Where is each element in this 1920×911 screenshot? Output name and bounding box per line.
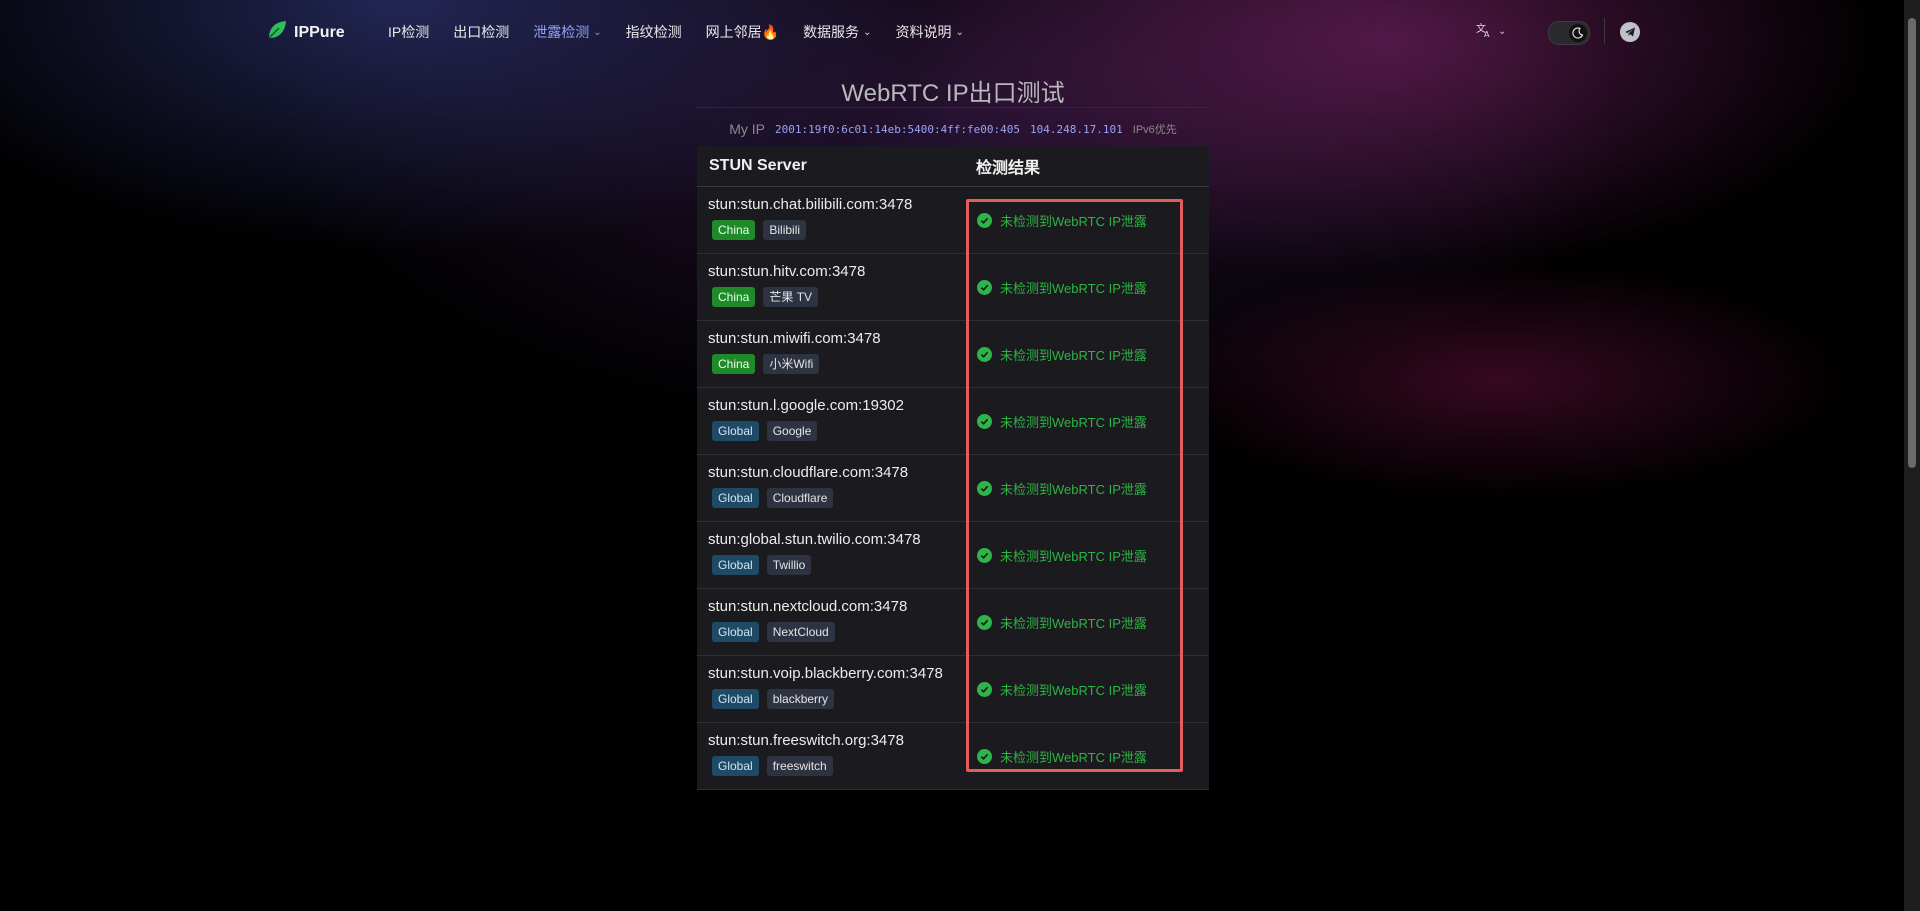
provider-badge: Cloudflare <box>766 488 834 508</box>
stun-server-address: stun:global.stun.twilio.com:3478 <box>708 531 921 548</box>
stun-server-address: stun:stun.freeswitch.org:3478 <box>708 732 904 749</box>
provider-badge: blackberry <box>766 689 835 709</box>
translate-icon: 文A <box>1476 22 1492 41</box>
menu-neighbors[interactable]: 网上邻居🔥 <box>706 22 779 42</box>
server-tags: Global NextCloud <box>708 622 976 642</box>
server-tags: Global Cloudflare <box>708 488 976 508</box>
header-result: 检测结果 <box>976 160 1041 177</box>
chevron-down-icon: ⌄ <box>955 26 964 38</box>
menu-leak-check[interactable]: 泄露检测 ⌄ <box>533 22 601 42</box>
moon-icon <box>1569 24 1587 42</box>
server-cell: stun:stun.hitv.com:3478 China 芒果 TV <box>697 254 976 320</box>
ip-preference: IPv6优先 <box>1132 124 1177 136</box>
stun-server-address: stun:stun.chat.bilibili.com:3478 <box>708 196 913 213</box>
server-cell: stun:stun.voip.blackberry.com:3478 Globa… <box>697 656 976 722</box>
chevron-down-icon: ⌄ <box>593 26 602 38</box>
server-tags: China 芒果 TV <box>708 287 976 307</box>
server-cell: stun:stun.chat.bilibili.com:3478 China B… <box>697 187 976 253</box>
brand-logo[interactable]: IPPure <box>266 19 345 46</box>
provider-badge: NextCloud <box>766 622 835 642</box>
menu-label: IP检测 <box>388 24 430 40</box>
region-badge: Global <box>712 689 759 709</box>
provider-badge: 芒果 TV <box>763 287 819 307</box>
menu-label: 出口检测 <box>453 24 510 40</box>
ipv6-address[interactable]: 2001:19f0:6c01:14eb:5400:4ff:fe00:405 <box>775 123 1020 136</box>
menu-ip-check[interactable]: IP检测 <box>388 22 429 42</box>
provider-badge: 小米Wifi <box>763 354 820 374</box>
server-tags: China 小米Wifi <box>708 354 976 374</box>
provider-badge: Google <box>766 421 818 441</box>
scrollbar-thumb[interactable] <box>1908 18 1916 468</box>
stun-server-address: stun:stun.hitv.com:3478 <box>708 263 866 280</box>
stun-server-address: stun:stun.nextcloud.com:3478 <box>708 598 908 615</box>
menu-label: 网上邻居🔥 <box>705 24 780 40</box>
region-badge: Global <box>712 756 759 776</box>
main-menu: IP检测 出口检测 泄露检测 ⌄ 指纹检测 网上邻居🔥 数据服务 ⌄ 资料说明 ⌄ <box>388 22 988 42</box>
server-tags: Global Twillio <box>708 555 976 575</box>
results-highlight-box <box>966 199 1183 772</box>
region-badge: Global <box>712 488 759 508</box>
server-cell: stun:stun.miwifi.com:3478 China 小米Wifi <box>697 321 976 387</box>
page-title: WebRTC IP出口测试 <box>841 80 1065 107</box>
region-badge: Global <box>712 622 759 642</box>
menu-label: 数据服务 <box>803 24 860 40</box>
title-divider <box>697 107 1209 108</box>
region-badge: China <box>712 220 756 240</box>
menu-label: 资料说明 <box>895 24 952 40</box>
menu-data-services[interactable]: 数据服务 ⌄ <box>803 22 871 42</box>
region-badge: China <box>712 354 756 374</box>
page-scrollbar[interactable] <box>1904 0 1920 911</box>
top-navbar: IPPure IP检测 出口检测 泄露检测 ⌄ 指纹检测 网上邻居🔥 数据服务 ⌄ … <box>0 0 1904 64</box>
server-cell: stun:stun.nextcloud.com:3478 Global Next… <box>697 589 976 655</box>
menu-label: 指纹检测 <box>625 24 682 40</box>
ipv4-address[interactable]: 104.248.17.101 <box>1030 123 1123 136</box>
stun-server-address: stun:stun.miwifi.com:3478 <box>708 330 881 347</box>
region-badge: Global <box>712 421 759 441</box>
provider-badge: Twillio <box>766 555 812 575</box>
server-cell: stun:stun.freeswitch.org:3478 Global fre… <box>697 723 976 789</box>
menu-label: 泄露检测 <box>533 24 590 40</box>
server-tags: Global freeswitch <box>708 756 976 776</box>
svg-text:A: A <box>1484 30 1490 38</box>
menu-exit-check[interactable]: 出口检测 <box>453 22 509 42</box>
brand-name: IPPure <box>294 23 345 41</box>
nav-divider <box>1604 18 1605 44</box>
provider-badge: Bilibili <box>763 220 807 240</box>
server-tags: Global Google <box>708 421 976 441</box>
theme-toggle[interactable] <box>1548 21 1590 45</box>
server-cell: stun:global.stun.twilio.com:3478 Global … <box>697 522 976 588</box>
chevron-down-icon: ⌄ <box>1498 26 1507 37</box>
chevron-down-icon: ⌄ <box>863 26 872 38</box>
server-cell: stun:stun.l.google.com:19302 Global Goog… <box>697 388 976 454</box>
stun-server-address: stun:stun.cloudflare.com:3478 <box>708 464 909 481</box>
server-tags: Global blackberry <box>708 689 976 709</box>
provider-badge: freeswitch <box>766 756 833 776</box>
my-ip-label: My IP <box>729 121 765 137</box>
menu-fingerprint-check[interactable]: 指纹检测 <box>626 22 682 42</box>
server-tags: China Bilibili <box>708 220 976 240</box>
server-cell: stun:stun.cloudflare.com:3478 Global Clo… <box>697 455 976 521</box>
my-ip-bar: My IP 2001:19f0:6c01:14eb:5400:4ff:fe00:… <box>697 121 1209 137</box>
leaf-icon <box>266 19 288 46</box>
stun-server-address: stun:stun.voip.blackberry.com:3478 <box>708 665 943 682</box>
menu-docs[interactable]: 资料说明 ⌄ <box>895 22 963 42</box>
header-stun-server: STUN Server <box>709 157 807 174</box>
table-header: STUN Server 检测结果 <box>697 146 1209 187</box>
language-switcher[interactable]: 文A ⌄ <box>1476 22 1506 41</box>
telegram-icon[interactable] <box>1620 22 1640 42</box>
stun-server-address: stun:stun.l.google.com:19302 <box>708 397 904 414</box>
region-badge: Global <box>712 555 759 575</box>
region-badge: China <box>712 287 756 307</box>
